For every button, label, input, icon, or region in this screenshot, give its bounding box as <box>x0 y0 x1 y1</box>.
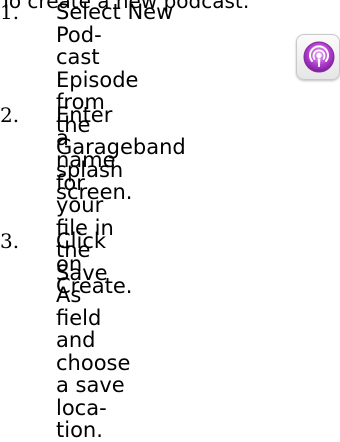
step-number: 1. <box>0 0 20 24</box>
step-number: 3. <box>0 229 20 253</box>
step-text: Click on Create. <box>56 229 133 298</box>
podcast-icon <box>296 34 340 80</box>
step-number: 2. <box>0 103 20 127</box>
